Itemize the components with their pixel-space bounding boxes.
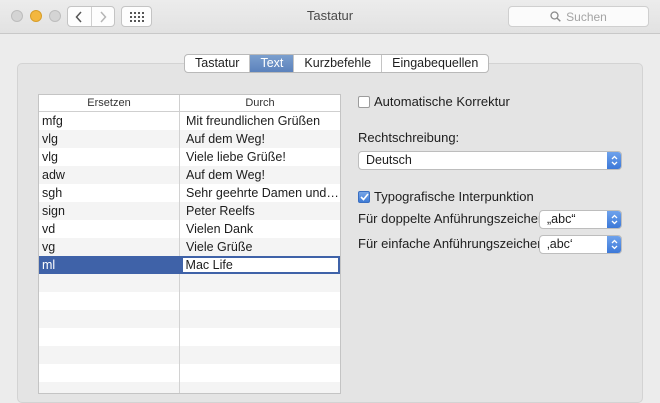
with-cell[interactable]: Vielen Dank xyxy=(180,220,340,238)
column-header-with[interactable]: Durch xyxy=(180,95,340,111)
search-field[interactable]: Suchen xyxy=(508,6,649,27)
empty-cell xyxy=(180,364,340,382)
empty-row xyxy=(39,292,340,310)
with-cell[interactable]: Sehr geehrte Damen und… xyxy=(180,184,340,202)
single-quotes-label: Für einfache Anführungszeichen xyxy=(358,236,545,251)
updown-arrows-icon xyxy=(607,211,621,228)
spelling-label: Rechtschreibung: xyxy=(358,130,460,145)
spelling-value: Deutsch xyxy=(366,153,412,167)
tab-text[interactable]: Text xyxy=(249,55,294,72)
replace-cell[interactable]: sign xyxy=(39,202,180,220)
replace-cell[interactable]: vg xyxy=(39,238,180,256)
empty-row xyxy=(39,274,340,292)
table-row[interactable]: vg Viele Grüße xyxy=(39,238,340,256)
with-cell[interactable]: Mit freundlichen Grüßen xyxy=(180,112,340,130)
checkmark-icon xyxy=(359,193,369,201)
empty-cell xyxy=(39,346,180,364)
replace-cell[interactable]: adw xyxy=(39,166,180,184)
with-cell[interactable]: Auf dem Weg! xyxy=(180,130,340,148)
updown-arrows-icon xyxy=(607,236,621,253)
table-row[interactable]: vd Vielen Dank xyxy=(39,220,340,238)
replace-cell[interactable]: mfg xyxy=(39,112,180,130)
empty-cell xyxy=(39,292,180,310)
auto-correct-label[interactable]: Automatische Korrektur xyxy=(374,94,510,109)
with-cell[interactable]: Peter Reelfs xyxy=(180,202,340,220)
search-placeholder: Suchen xyxy=(566,9,607,24)
replace-cell[interactable]: ml xyxy=(39,256,180,274)
table-row[interactable]: sign Peter Reelfs xyxy=(39,202,340,220)
tab-eingabequellen[interactable]: Eingabequellen xyxy=(381,55,488,72)
replace-cell[interactable]: vd xyxy=(39,220,180,238)
empty-cell xyxy=(39,382,180,393)
empty-cell xyxy=(180,292,340,310)
empty-cell xyxy=(39,364,180,382)
title-bar: Tastatur Suchen xyxy=(0,0,660,34)
with-cell-editing[interactable]: Mac Life xyxy=(180,256,340,274)
with-cell[interactable]: Auf dem Weg! xyxy=(180,166,340,184)
single-quotes-value: ‚abc‘ xyxy=(547,237,573,251)
empty-cell xyxy=(39,328,180,346)
double-quotes-value: „abc“ xyxy=(547,212,576,226)
smart-quotes-checkbox[interactable] xyxy=(358,191,370,203)
text-replacement-table: Ersetzen Durch mfg Mit freundlichen Grüß… xyxy=(38,94,341,394)
table-row[interactable]: vlg Auf dem Weg! xyxy=(39,130,340,148)
double-quotes-label: Für doppelte Anführungszeichen xyxy=(358,211,546,226)
with-cell[interactable]: Viele liebe Grüße! xyxy=(180,148,340,166)
empty-cell xyxy=(39,274,180,292)
empty-cell xyxy=(39,310,180,328)
column-header-replace[interactable]: Ersetzen xyxy=(39,95,180,111)
table-header: Ersetzen Durch xyxy=(39,95,340,112)
table-body: mfg Mit freundlichen Grüßen vlg Auf dem … xyxy=(39,112,340,393)
empty-row xyxy=(39,382,340,393)
auto-correct-checkbox[interactable] xyxy=(358,96,370,108)
empty-cell xyxy=(180,328,340,346)
spelling-popup[interactable]: Deutsch xyxy=(358,151,622,170)
tab-bar: Tastatur Text Kurzbefehle Eingabequellen xyxy=(184,54,490,73)
empty-row xyxy=(39,328,340,346)
table-row[interactable]: adw Auf dem Weg! xyxy=(39,166,340,184)
tab-tastatur[interactable]: Tastatur xyxy=(185,55,249,72)
replace-cell[interactable]: vlg xyxy=(39,130,180,148)
empty-row xyxy=(39,310,340,328)
updown-arrows-icon xyxy=(607,152,621,169)
table-row-selected[interactable]: ml Mac Life xyxy=(39,256,340,274)
double-quotes-popup[interactable]: „abc“ xyxy=(539,210,622,229)
smart-quotes-label[interactable]: Typografische Interpunktion xyxy=(374,189,534,204)
table-row[interactable]: mfg Mit freundlichen Grüßen xyxy=(39,112,340,130)
replace-cell[interactable]: sgh xyxy=(39,184,180,202)
table-row[interactable]: sgh Sehr geehrte Damen und… xyxy=(39,184,340,202)
empty-cell xyxy=(180,346,340,364)
with-cell[interactable]: Viele Grüße xyxy=(180,238,340,256)
search-icon xyxy=(550,11,561,22)
tab-kurzbefehle[interactable]: Kurzbefehle xyxy=(293,55,381,72)
empty-row xyxy=(39,346,340,364)
empty-cell xyxy=(180,310,340,328)
empty-cell xyxy=(180,274,340,292)
empty-row xyxy=(39,364,340,382)
empty-cell xyxy=(180,382,340,393)
table-row[interactable]: vlg Viele liebe Grüße! xyxy=(39,148,340,166)
replace-cell[interactable]: vlg xyxy=(39,148,180,166)
single-quotes-popup[interactable]: ‚abc‘ xyxy=(539,235,622,254)
